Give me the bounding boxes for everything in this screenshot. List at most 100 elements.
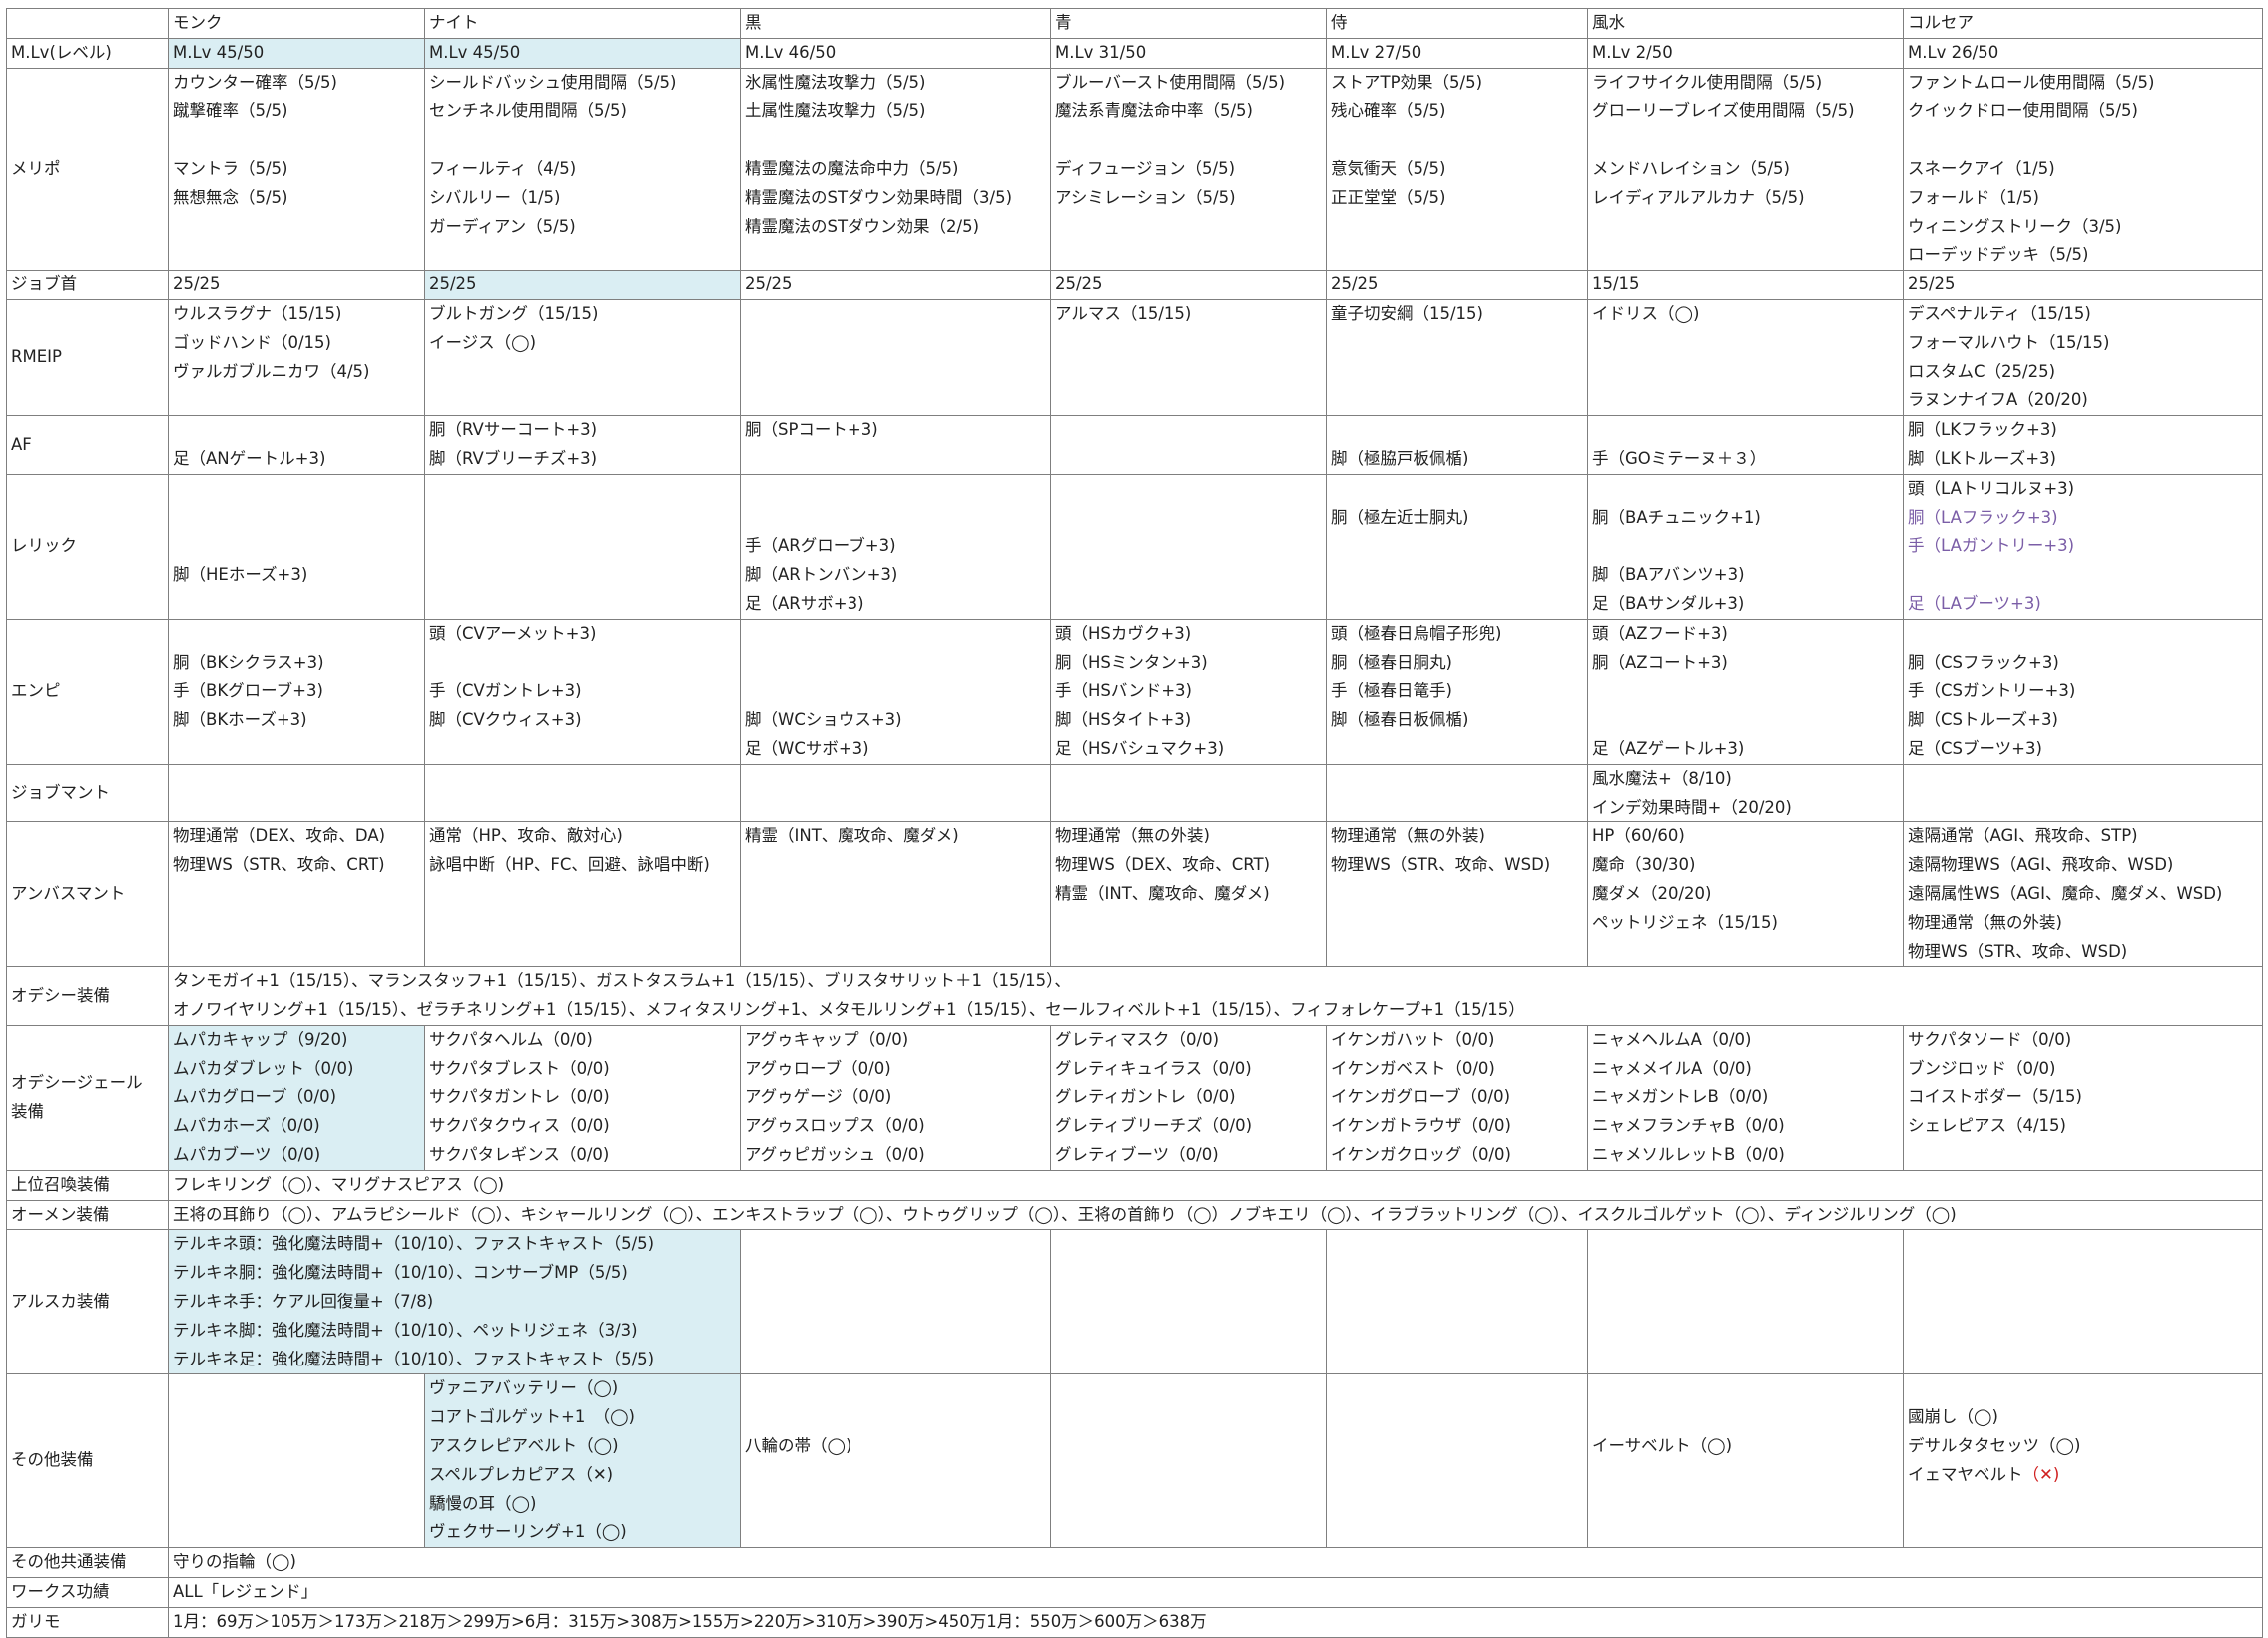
cell-samurai[interactable]: M.Lv 27/50	[1326, 37, 1588, 69]
cell-knight[interactable]: 頭（CVアーメット+3) 手（CVガントレ+3) 脚（CVクウィス+3)	[424, 618, 741, 765]
cell-knight[interactable]: 25/25	[424, 270, 741, 300]
merged-cell[interactable]: タンモガイ+1（15/15）、マランスタッフ+1（15/15）、ガストタスラム+…	[168, 966, 2263, 1026]
cell-geo[interactable]: M.Lv 2/50	[1587, 37, 1904, 69]
cell-samurai[interactable]: 胴（極左近士胴丸)	[1326, 473, 1588, 620]
cell-samurai[interactable]: 童子切安綱（15/15)	[1326, 298, 1588, 417]
cell-monk[interactable]	[168, 763, 425, 823]
column-header-blue[interactable]: 青	[1050, 8, 1327, 39]
cell-geo[interactable]: ニャメヘルムA（0/0) ニャメメイルA（0/0) ニャメガントレB（0/0) ニャメ…	[1587, 1024, 1904, 1171]
cell-corsair[interactable]: M.Lv 26/50	[1903, 37, 2263, 69]
cell-blue[interactable]	[1050, 1229, 1327, 1375]
row-label[interactable]: その他共通装備	[6, 1547, 169, 1579]
cell-black[interactable]	[740, 298, 1051, 417]
cell-samurai[interactable]	[1326, 763, 1588, 823]
cell-monk[interactable]: 脚（HEホーズ+3)	[168, 473, 425, 620]
column-header-knight[interactable]: ナイト	[424, 8, 741, 39]
cell-knight[interactable]: M.Lv 45/50	[424, 37, 741, 69]
column-header-corsair[interactable]: コルセア	[1903, 8, 2263, 39]
column-header-monk[interactable]: モンク	[168, 8, 425, 39]
cell-blue[interactable]	[1050, 763, 1327, 823]
merged-cell[interactable]: 1月：69万＞105万＞173万＞218万＞299万>6月：315万>308万>…	[168, 1606, 2263, 1638]
cell-blue[interactable]: M.Lv 31/50	[1050, 37, 1327, 69]
cell-black[interactable]	[740, 763, 1051, 823]
cell-geo[interactable]: イドリス（◯)	[1587, 298, 1904, 417]
cell-samurai[interactable]: 脚（極脇戸板佩楯)	[1326, 415, 1588, 475]
cell-geo[interactable]: 胴（BAチュニック+1) 脚（BAアバンツ+3) 足（BAサンダル+3)	[1587, 473, 1904, 620]
cell-knight[interactable]: 胴（RVサーコート+3) 脚（RVブリーチズ+3)	[424, 415, 741, 475]
cell-knight[interactable]	[424, 763, 741, 823]
cell-corsair[interactable]: 胴（LKフラック+3) 脚（LKトルーズ+3)	[1903, 415, 2263, 475]
row-label[interactable]: ワークス功績	[6, 1577, 169, 1608]
cell-corsair[interactable]: 國崩し（◯) デサルタタセッツ（◯) イェマヤベルト（✕)	[1903, 1373, 2263, 1549]
cell-monk[interactable]: ムパカキャップ（9/20) ムパカダブレット（0/0) ムパカグローブ（0/0) ムパ…	[168, 1024, 425, 1171]
cell-black[interactable]: 胴（SPコート+3)	[740, 415, 1051, 475]
column-header-samurai[interactable]: 侍	[1326, 8, 1588, 39]
cell-geo[interactable]: 15/15	[1587, 270, 1904, 300]
cell-knight[interactable]: シールドバッシュ使用間隔（5/5) センチネル使用間隔（5/5) フィールティ（4/…	[424, 67, 741, 272]
cell-knight[interactable]: ブルトガング（15/15) イージス（◯)	[424, 298, 741, 417]
cell-monk-knight[interactable]: テルキネ頭：強化魔法時間+（10/10）、ファストキャスト（5/5) テルキネ胴：…	[168, 1229, 741, 1375]
column-header-label[interactable]	[6, 8, 169, 39]
row-label[interactable]: ジョブ首	[6, 270, 169, 300]
cell-black[interactable]: 脚（WCショウス+3) 足（WCサボ+3)	[740, 618, 1051, 765]
cell-blue[interactable]: グレティマスク（0/0) グレティキュイラス（0/0) グレティガントレ（0/0) グ…	[1050, 1024, 1327, 1171]
merged-cell[interactable]: ALL「レジェンド」	[168, 1577, 2263, 1608]
cell-knight[interactable]: ヴァニアバッテリー（◯) コアトゴルゲット+1 （◯) アスクレピアベルト（◯) スペ…	[424, 1373, 741, 1549]
row-label[interactable]: オデシージェール 装備	[6, 1024, 169, 1171]
cell-black[interactable]	[740, 1229, 1051, 1375]
cell-blue[interactable]: 物理通常（無の外装) 物理WS（DEX、攻命、CRT) 精霊（INT、魔攻命、魔ダメ…	[1050, 821, 1327, 968]
row-label[interactable]: AF	[6, 415, 169, 475]
cell-corsair[interactable]	[1903, 763, 2263, 823]
cell-monk[interactable]: 胴（BKシクラス+3) 手（BKグローブ+3) 脚（BKホーズ+3)	[168, 618, 425, 765]
cell-black[interactable]: 氷属性魔法攻撃力（5/5) 土属性魔法攻撃力（5/5) 精霊魔法の魔法命中力（5/5…	[740, 67, 1051, 272]
cell-monk[interactable]: ウルスラグナ（15/15) ゴッドハンド（0/15) ヴァルガブルニカワ（4/5)	[168, 298, 425, 417]
column-header-black[interactable]: 黒	[740, 8, 1051, 39]
cell-samurai[interactable]: ストアTP効果（5/5) 残心確率（5/5) 意気衝天（5/5) 正正堂堂（5/5)	[1326, 67, 1588, 272]
cell-blue[interactable]: 25/25	[1050, 270, 1327, 300]
cell-monk[interactable]: 足（ANゲートル+3)	[168, 415, 425, 475]
cell-samurai[interactable]	[1326, 1373, 1588, 1549]
cell-corsair[interactable]: 頭（LAトリコルヌ+3) 胴（LAフラック+3) 手（LAガントリー+3) 足（LAブ…	[1903, 473, 2263, 620]
row-label[interactable]: エンピ	[6, 618, 169, 765]
cell-black[interactable]: 八輪の帯（◯)	[740, 1373, 1051, 1549]
cell-geo[interactable]	[1587, 1229, 1904, 1375]
cell-corsair[interactable]: 胴（CSフラック+3) 手（CSガントリー+3) 脚（CSトルーズ+3) 足（CSブー…	[1903, 618, 2263, 765]
cell-black[interactable]: M.Lv 46/50	[740, 37, 1051, 69]
row-label[interactable]: アルスカ装備	[6, 1229, 169, 1375]
cell-black[interactable]: 25/25	[740, 270, 1051, 300]
merged-cell[interactable]: 守りの指輪（◯)	[168, 1547, 2263, 1579]
cell-black[interactable]: 精霊（INT、魔攻命、魔ダメ)	[740, 821, 1051, 968]
cell-blue[interactable]: ブルーバースト使用間隔（5/5) 魔法系青魔法命中率（5/5) ディフュージョン（5…	[1050, 67, 1327, 272]
row-label[interactable]: オデシー装備	[6, 966, 169, 1026]
cell-monk[interactable]: 25/25	[168, 270, 425, 300]
cell-corsair[interactable]: デスペナルティ（15/15) フォーマルハウト（15/15) ロスタムC（25/25…	[1903, 298, 2263, 417]
cell-geo[interactable]: 頭（AZフード+3) 胴（AZコート+3) 足（AZゲートル+3)	[1587, 618, 1904, 765]
row-label[interactable]: オーメン装備	[6, 1199, 169, 1231]
cell-knight[interactable]: サクパタヘルム（0/0) サクパタブレスト（0/0) サクパタガントレ（0/0) サク…	[424, 1024, 741, 1171]
cell-geo[interactable]: 手（GOミテーヌ＋３）	[1587, 415, 1904, 475]
cell-knight[interactable]: 通常（HP、攻命、敵対心) 詠唱中断（HP、FC、回避、詠唱中断)	[424, 821, 741, 968]
cell-blue[interactable]: アルマス（15/15)	[1050, 298, 1327, 417]
cell-geo[interactable]: ライフサイクル使用間隔（5/5) グローリーブレイズ使用間隔（5/5) メンドハレイ…	[1587, 67, 1904, 272]
cell-monk[interactable]: 物理通常（DEX、攻命、DA) 物理WS（STR、攻命、CRT)	[168, 821, 425, 968]
merged-cell[interactable]: 王将の耳飾り（◯）、アムラピシールド（◯）、キシャールリング（◯）、エンキストラ…	[168, 1199, 2263, 1231]
cell-geo[interactable]: イーサベルト（◯)	[1587, 1373, 1904, 1549]
cell-blue[interactable]	[1050, 1373, 1327, 1549]
row-label[interactable]: アンバスマント	[6, 821, 169, 968]
cell-geo[interactable]: HP（60/60) 魔命（30/30) 魔ダメ（20/20) ペットリジェネ（15/1…	[1587, 821, 1904, 968]
row-label[interactable]: メリポ	[6, 67, 169, 272]
cell-monk[interactable]	[168, 1373, 425, 1549]
cell-samurai[interactable]: 物理通常（無の外装) 物理WS（STR、攻命、WSD)	[1326, 821, 1588, 968]
cell-corsair[interactable]: ファントムロール使用間隔（5/5) クイックドロー使用間隔（5/5) スネークアイ（…	[1903, 67, 2263, 272]
row-label[interactable]: その他装備	[6, 1373, 169, 1549]
row-label[interactable]: RMEIP	[6, 298, 169, 417]
row-label[interactable]: M.Lv(レベル)	[6, 37, 169, 69]
cell-monk[interactable]: M.Lv 45/50	[168, 37, 425, 69]
cell-black[interactable]: アグゥキャップ（0/0) アグゥローブ（0/0) アグゥゲージ（0/0) アグゥスロッ…	[740, 1024, 1051, 1171]
cell-corsair[interactable]: 25/25	[1903, 270, 2263, 300]
cell-corsair[interactable]: サクパタソード（0/0) ブンジロッド（0/0) コイストボダー（5/15) シェレピ…	[1903, 1024, 2263, 1171]
cell-corsair[interactable]: 遠隔通常（AGI、飛攻命、STP) 遠隔物理WS（AGI、飛攻命、WSD) 遠隔属性…	[1903, 821, 2263, 968]
cell-blue[interactable]	[1050, 473, 1327, 620]
row-label[interactable]: ジョブマント	[6, 763, 169, 823]
cell-knight[interactable]	[424, 473, 741, 620]
